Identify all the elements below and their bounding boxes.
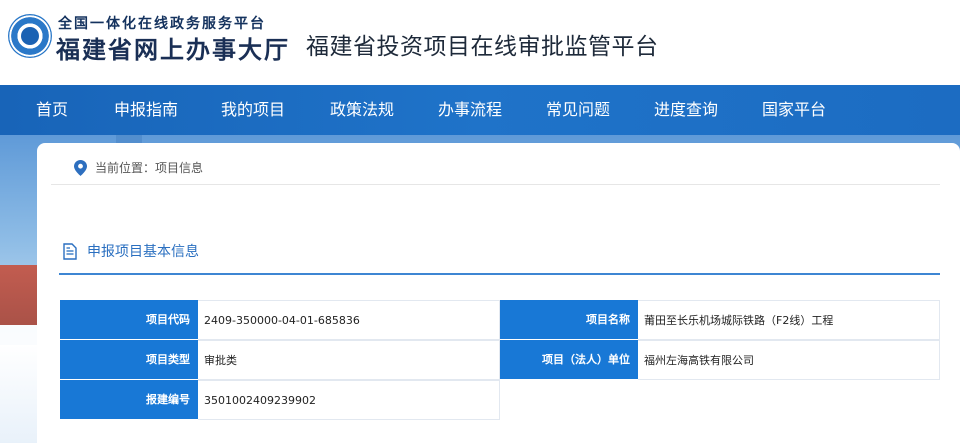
nav-item-guide[interactable]: 申报指南 bbox=[114, 85, 178, 135]
nav-item-progress[interactable]: 进度查询 bbox=[654, 85, 718, 135]
location-pin-icon bbox=[74, 159, 87, 176]
nav-item-my-projects[interactable]: 我的项目 bbox=[221, 85, 285, 135]
nav-item-process[interactable]: 办事流程 bbox=[438, 85, 502, 135]
banner-water bbox=[0, 345, 40, 443]
label-project-code: 项目代码 bbox=[60, 300, 198, 340]
nav-item-national[interactable]: 国家平台 bbox=[762, 85, 826, 135]
nav-item-home[interactable]: 首页 bbox=[36, 85, 68, 135]
banner-bridge-deck bbox=[0, 325, 40, 345]
logo-title[interactable]: 福建省网上办事大厅 bbox=[56, 30, 290, 65]
breadcrumb-divider bbox=[51, 184, 940, 185]
label-project-type: 项目类型 bbox=[60, 340, 198, 380]
breadcrumb-text: 当前位置：项目信息 bbox=[95, 161, 204, 175]
content-card: 当前位置：项目信息 申报项目基本信息 项目代码 2409-350000-04-0… bbox=[37, 143, 960, 443]
label-construction-number: 报建编号 bbox=[60, 380, 198, 420]
label-project-name: 项目名称 bbox=[500, 300, 638, 340]
value-project-name: 莆田至长乐机场城际铁路（F2线）工程 bbox=[638, 300, 940, 340]
site-header: 全国一体化在线政务服务平台 福建省网上办事大厅 福建省投资项目在线审批监管平台 bbox=[0, 0, 960, 85]
label-project-entity: 项目（法人）单位 bbox=[500, 340, 638, 380]
value-project-code: 2409-350000-04-01-685836 bbox=[198, 300, 500, 340]
main-nav: 首页 申报指南 我的项目 政策法规 办事流程 常见问题 进度查询 国家平台 bbox=[0, 85, 960, 135]
value-construction-number: 3501002409239902 bbox=[198, 380, 500, 420]
government-emblem-icon[interactable] bbox=[8, 14, 52, 58]
nav-item-faq[interactable]: 常见问题 bbox=[546, 85, 610, 135]
breadcrumb: 当前位置：项目信息 bbox=[74, 159, 203, 176]
value-project-entity: 福州左海高铁有限公司 bbox=[638, 340, 940, 380]
site-title: 福建省投资项目在线审批监管平台 bbox=[306, 34, 659, 60]
document-icon bbox=[63, 242, 77, 260]
nav-item-policies[interactable]: 政策法规 bbox=[330, 85, 394, 135]
section-header: 申报项目基本信息 bbox=[63, 241, 199, 261]
section-divider bbox=[59, 273, 940, 275]
banner-bridge-decoration bbox=[0, 265, 40, 325]
section-title: 申报项目基本信息 bbox=[87, 244, 199, 260]
value-project-type: 审批类 bbox=[198, 340, 500, 380]
